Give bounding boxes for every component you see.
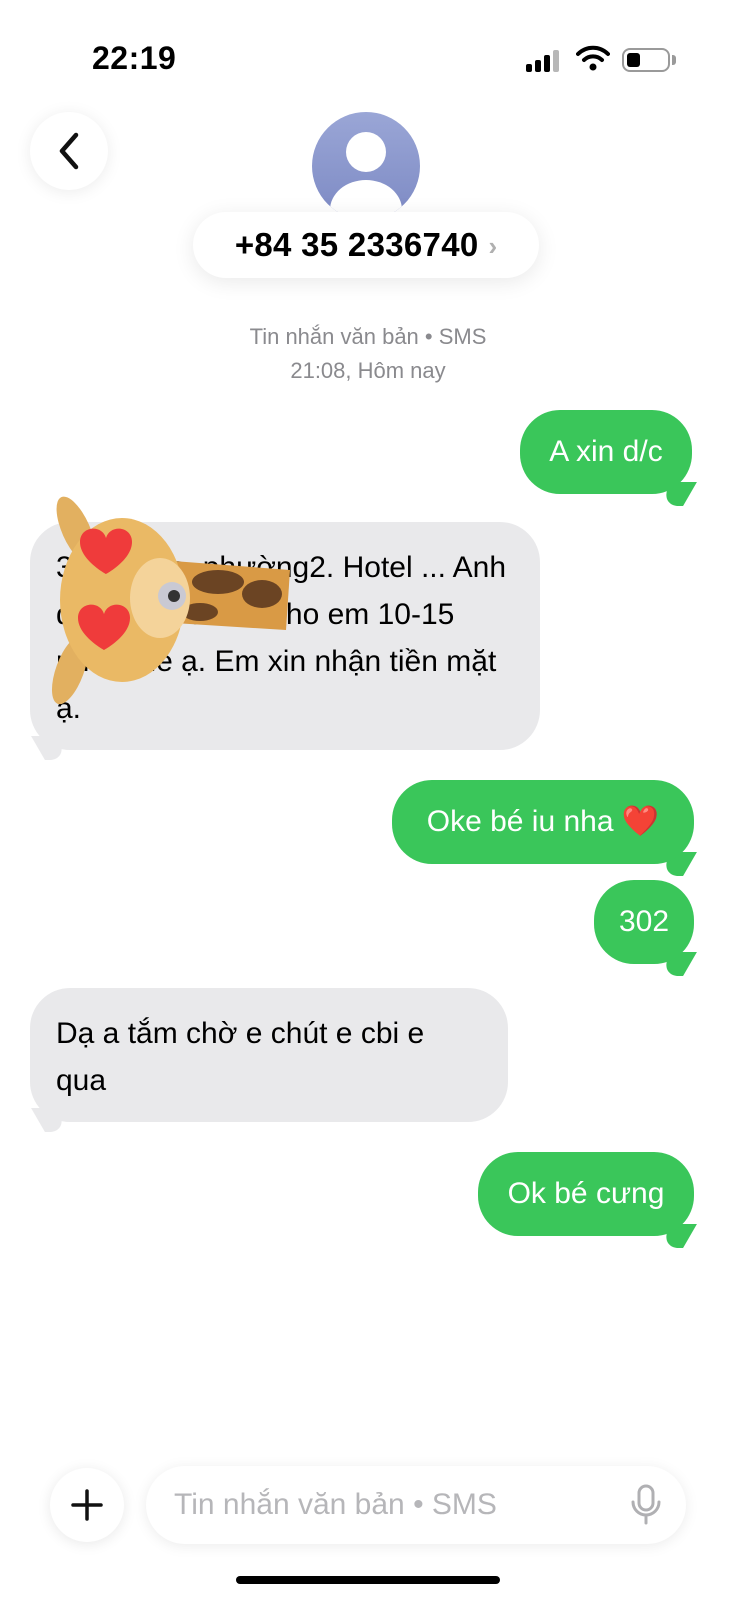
outgoing-message[interactable]: 302 [594, 880, 694, 964]
battery-icon [622, 48, 670, 72]
back-button[interactable] [30, 112, 108, 190]
chevron-right-icon: › [488, 230, 498, 261]
giraffe-heart-eyes-sticker [51, 496, 290, 705]
incoming-message[interactable]: Dạ a tắm chờ e chút e cbi e qua [30, 988, 508, 1122]
status-time: 22:19 [92, 40, 177, 76]
status-bar: 22:19 [0, 0, 736, 110]
message-type-label: Tin nhắn văn bản • SMS [249, 324, 487, 349]
wifi-icon [576, 45, 610, 71]
outgoing-message[interactable]: Oke bé iu nha ❤️ [392, 780, 694, 864]
add-attachment-button[interactable] [50, 1468, 124, 1542]
microphone-icon[interactable] [626, 1484, 666, 1526]
chevron-left-icon [59, 132, 79, 170]
plus-icon [71, 1489, 103, 1521]
contact-number: +84 35 2336740 [234, 226, 479, 263]
contact-details-button[interactable]: +84 35 2336740 › [193, 212, 539, 278]
timestamp-label: 21:08, Hôm nay [290, 358, 446, 383]
message-composer[interactable] [146, 1466, 686, 1544]
home-indicator [236, 1576, 500, 1584]
contact-avatar[interactable] [312, 112, 420, 220]
message-input[interactable] [174, 1466, 614, 1544]
outgoing-message[interactable]: Ok bé cưng [478, 1152, 694, 1236]
cellular-signal-icon [526, 50, 562, 72]
outgoing-message[interactable]: A xin d/c [520, 410, 692, 494]
